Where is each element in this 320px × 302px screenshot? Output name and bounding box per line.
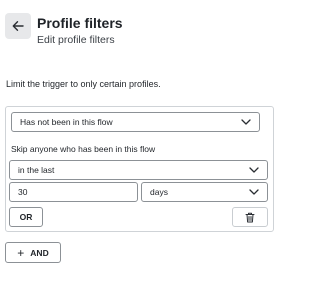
chevron-down-icon <box>249 167 259 173</box>
timeframe-select[interactable]: in the last <box>9 160 268 180</box>
arrow-left-icon <box>12 21 24 31</box>
header: Profile filters Edit profile filters <box>0 0 284 60</box>
unit-select-value: days <box>150 187 168 197</box>
page-title: Profile filters <box>37 15 123 31</box>
timeframe-select-value: in the last <box>18 165 55 175</box>
description-text: Limit the trigger to only certain profil… <box>6 79 161 89</box>
condition-select[interactable]: Has not been in this flow <box>11 112 260 132</box>
page-subtitle: Edit profile filters <box>37 34 115 46</box>
amount-input-value: 30 <box>18 187 28 197</box>
filter-card: Has not been in this flow Skip anyone wh… <box>5 106 274 232</box>
chevron-down-icon <box>241 119 251 125</box>
condition-select-value: Has not been in this flow <box>20 117 113 127</box>
or-button-label: OR <box>19 212 33 222</box>
unit-select[interactable]: days <box>141 182 268 202</box>
chevron-down-icon <box>249 189 259 195</box>
or-button[interactable]: OR <box>9 207 43 227</box>
plus-icon: + <box>17 245 25 260</box>
delete-button[interactable] <box>232 207 268 227</box>
and-button[interactable]: + AND <box>5 242 61 263</box>
amount-input[interactable]: 30 <box>9 182 138 202</box>
trash-icon <box>245 212 255 222</box>
and-button-label: AND <box>30 247 49 258</box>
back-button[interactable] <box>5 13 31 39</box>
skip-label: Skip anyone who has been in this flow <box>11 144 156 154</box>
